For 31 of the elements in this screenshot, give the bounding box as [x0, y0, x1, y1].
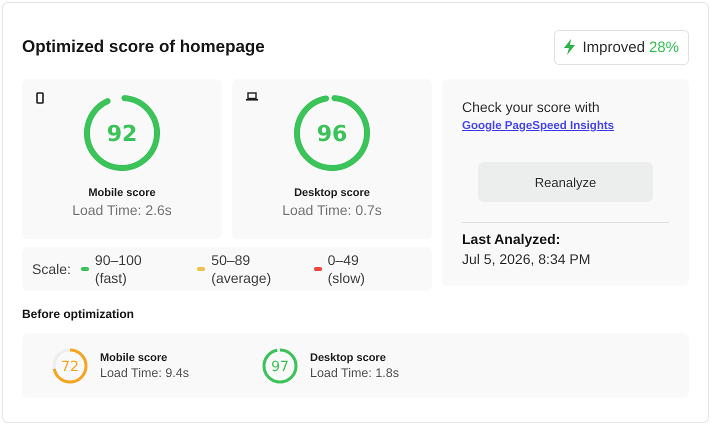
scale-note: (average) [211, 269, 272, 287]
scale-note: (slow) [328, 269, 365, 287]
score-value: 97 [271, 358, 289, 374]
load-time: Load Time: 2.6s [72, 202, 172, 218]
scale-range: 90–100 [94, 251, 142, 269]
card-title: Optimized score of homepage [22, 37, 265, 57]
badge-value: 28% [648, 38, 679, 56]
pagespeed-link[interactable]: Google PageSpeed Insights [462, 120, 669, 132]
reanalyze-button[interactable]: Reanalyze [478, 162, 653, 202]
load-time: Load Time: 9.4s [100, 366, 189, 380]
score-label: Mobile score [88, 187, 156, 199]
phone-icon [36, 92, 44, 104]
laptop-icon [246, 92, 258, 101]
check-text: Check your score with [462, 99, 601, 115]
scale-range: 50–89 [211, 251, 252, 269]
scale-note: (fast) [94, 269, 128, 287]
last-analyzed-value: Jul 5, 2026, 8:34 PM [462, 251, 592, 267]
score-value: 72 [61, 358, 79, 374]
score-value: 92 [106, 122, 138, 147]
scale-range: 0–49 [328, 251, 360, 269]
badge-label: Improved [582, 38, 645, 56]
last-analyzed-label: Last Analyzed: [462, 231, 562, 247]
load-time: Load Time: 0.7s [282, 202, 382, 218]
lightning-icon [564, 39, 576, 55]
score-label: Desktop score [310, 352, 387, 364]
load-time: Load Time: 1.8s [310, 366, 399, 380]
scale-label: Scale: [32, 261, 71, 277]
score-label: Desktop score [294, 187, 370, 199]
score-value: 96 [316, 122, 348, 147]
score-label: Mobile score [100, 352, 168, 364]
section-title: Before optimization [22, 307, 136, 321]
